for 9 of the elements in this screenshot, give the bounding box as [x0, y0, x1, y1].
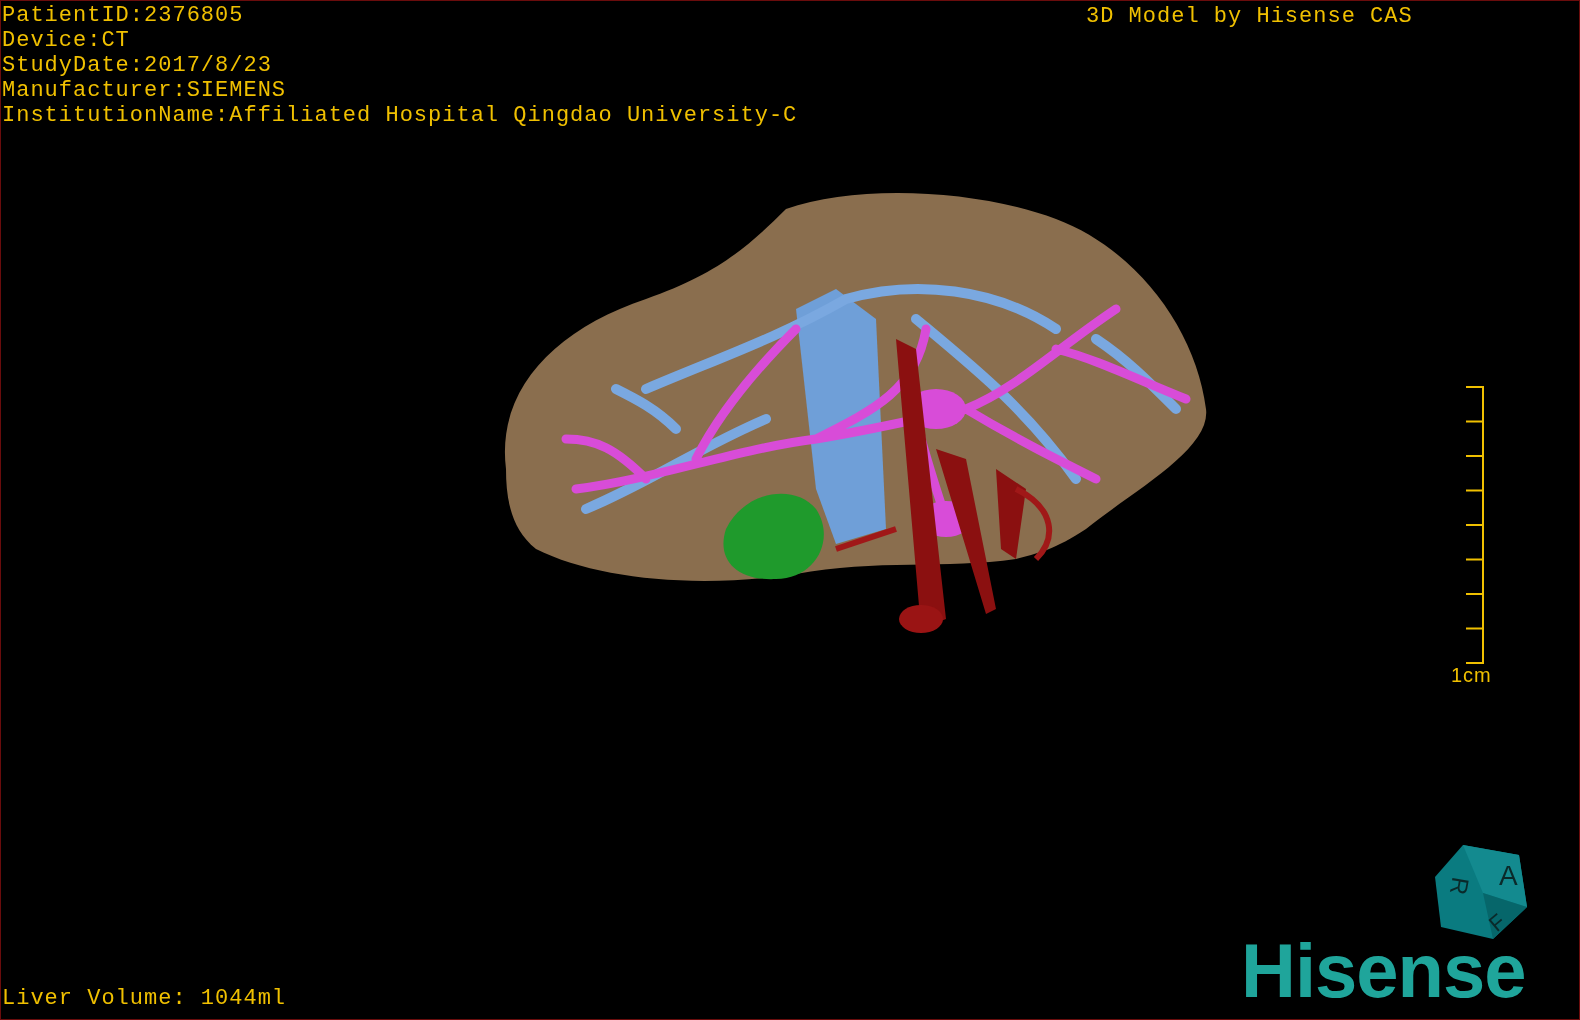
study-info-text: Manufacturer:SIEMENS: [2, 78, 288, 103]
hisense-logo: Hisense: [1241, 931, 1526, 1011]
liver-volume-text: Liver Volume: 1044ml: [2, 986, 287, 1012]
header-title: 3D Model by Hisense CAS: [1086, 4, 1413, 29]
study-info-text: StudyDate:2017/8/23: [2, 53, 273, 78]
study-info-text: PatientID:2376805: [2, 3, 245, 28]
study-info-text: Device:CT: [2, 28, 131, 53]
study-info-text: InstitutionName:Affiliated Hospital Qingdao University-C: [2, 103, 798, 128]
scale-label: 1cm: [1451, 664, 1492, 687]
